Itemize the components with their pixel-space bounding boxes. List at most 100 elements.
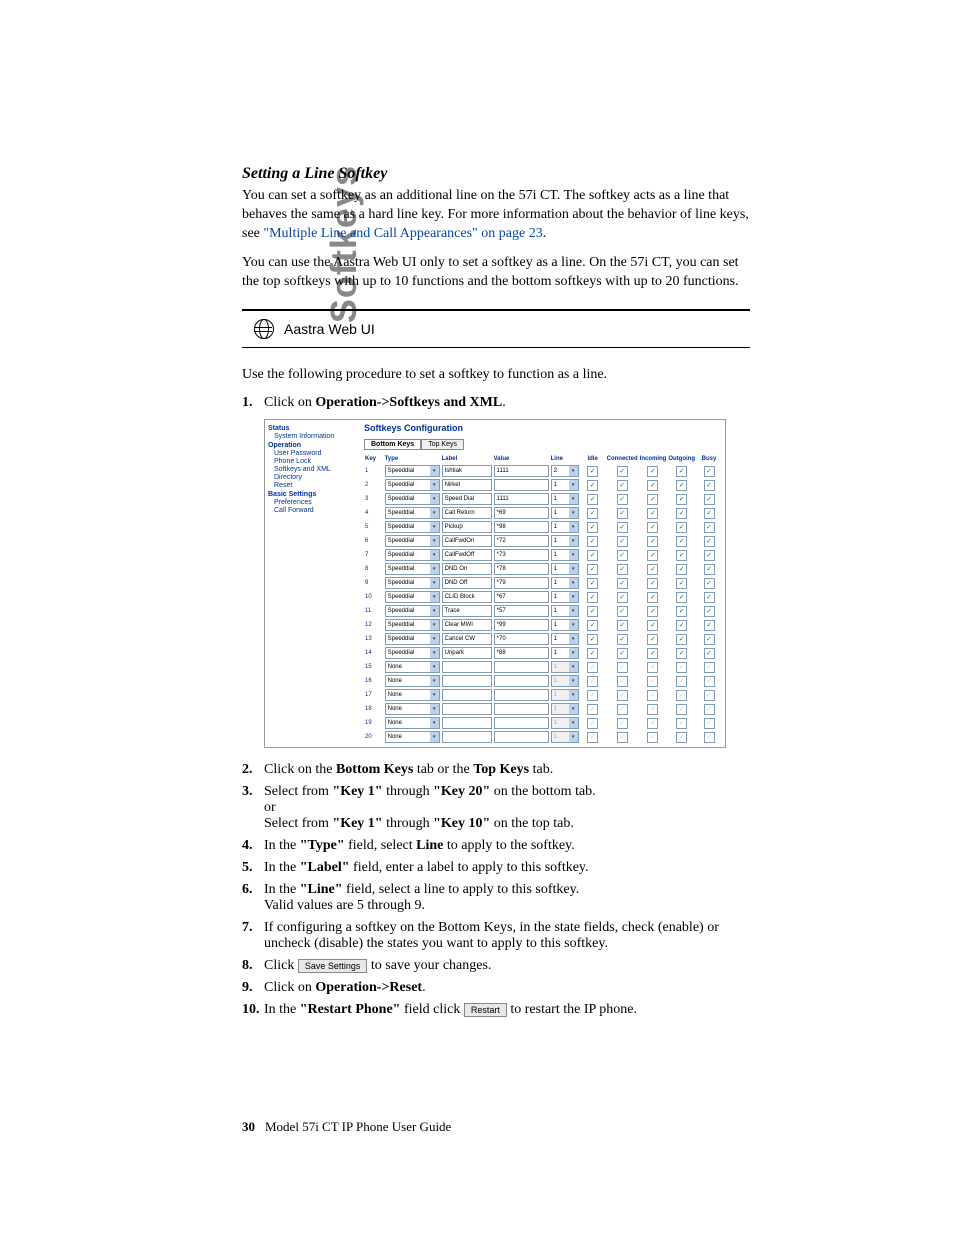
label-input[interactable]: Trace (442, 605, 492, 617)
label-input[interactable]: Pickup (442, 521, 492, 533)
outgoing-checkbox[interactable]: ✓ (676, 620, 687, 631)
line-select[interactable]: 1▾ (551, 563, 579, 575)
value-input[interactable]: *67 (494, 591, 549, 603)
idle-checkbox[interactable]: ✓ (587, 494, 598, 505)
line-select[interactable]: 1▾ (551, 647, 579, 659)
outgoing-checkbox[interactable]: ✓ (676, 508, 687, 519)
connected-checkbox[interactable]: ✓ (617, 480, 628, 491)
value-input[interactable] (494, 731, 549, 743)
connected-checkbox[interactable]: ✓ (617, 508, 628, 519)
busy-checkbox[interactable]: ✓ (704, 648, 715, 659)
type-select[interactable]: Speeddial▾ (385, 465, 440, 477)
label-input[interactable]: CallFwdOff (442, 549, 492, 561)
value-input[interactable] (494, 479, 549, 491)
label-input[interactable]: DND On (442, 563, 492, 575)
type-select[interactable]: None▾ (385, 717, 440, 729)
idle-checkbox[interactable]: ✓ (587, 592, 598, 603)
value-input[interactable] (494, 703, 549, 715)
line-select[interactable]: 1▾ (551, 619, 579, 631)
label-input[interactable] (442, 703, 492, 715)
busy-checkbox[interactable]: ✓ (704, 606, 715, 617)
connected-checkbox[interactable]: ✓ (617, 718, 628, 729)
incoming-checkbox[interactable]: ✓ (647, 634, 658, 645)
idle-checkbox[interactable]: ✓ (587, 690, 598, 701)
busy-checkbox[interactable]: ✓ (704, 704, 715, 715)
type-select[interactable]: Speeddial▾ (385, 493, 440, 505)
nav-status[interactable]: Status (268, 425, 360, 432)
label-input[interactable]: CallFwdOn (442, 535, 492, 547)
incoming-checkbox[interactable]: ✓ (647, 676, 658, 687)
label-input[interactable]: Unpark (442, 647, 492, 659)
type-select[interactable]: Speeddial▾ (385, 619, 440, 631)
connected-checkbox[interactable]: ✓ (617, 690, 628, 701)
value-input[interactable] (494, 689, 549, 701)
busy-checkbox[interactable]: ✓ (704, 620, 715, 631)
outgoing-checkbox[interactable]: ✓ (676, 466, 687, 477)
nav-prefs[interactable]: Preferences (268, 499, 360, 506)
idle-checkbox[interactable]: ✓ (587, 662, 598, 673)
nav-phonelock[interactable]: Phone Lock (268, 458, 360, 465)
line-select[interactable]: 2▾ (551, 465, 579, 477)
value-input[interactable]: *79 (494, 577, 549, 589)
type-select[interactable]: None▾ (385, 689, 440, 701)
label-input[interactable]: Ishtiak (442, 465, 492, 477)
incoming-checkbox[interactable]: ✓ (647, 564, 658, 575)
idle-checkbox[interactable]: ✓ (587, 466, 598, 477)
type-select[interactable]: Speeddial▾ (385, 521, 440, 533)
connected-checkbox[interactable]: ✓ (617, 536, 628, 547)
incoming-checkbox[interactable]: ✓ (647, 466, 658, 477)
value-input[interactable]: 1111 (494, 493, 549, 505)
idle-checkbox[interactable]: ✓ (587, 578, 598, 589)
idle-checkbox[interactable]: ✓ (587, 718, 598, 729)
outgoing-checkbox[interactable]: ✓ (676, 704, 687, 715)
label-input[interactable] (442, 717, 492, 729)
idle-checkbox[interactable]: ✓ (587, 522, 598, 533)
outgoing-checkbox[interactable]: ✓ (676, 536, 687, 547)
connected-checkbox[interactable]: ✓ (617, 466, 628, 477)
incoming-checkbox[interactable]: ✓ (647, 578, 658, 589)
connected-checkbox[interactable]: ✓ (617, 662, 628, 673)
label-input[interactable]: Call Return (442, 507, 492, 519)
outgoing-checkbox[interactable]: ✓ (676, 606, 687, 617)
outgoing-checkbox[interactable]: ✓ (676, 690, 687, 701)
line-select[interactable]: 1▾ (551, 479, 579, 491)
value-input[interactable]: *78 (494, 563, 549, 575)
type-select[interactable]: Speeddial▾ (385, 549, 440, 561)
outgoing-checkbox[interactable]: ✓ (676, 634, 687, 645)
idle-checkbox[interactable]: ✓ (587, 606, 598, 617)
type-select[interactable]: Speeddial▾ (385, 605, 440, 617)
value-input[interactable]: *88 (494, 647, 549, 659)
line-select[interactable]: 1▾ (551, 507, 579, 519)
incoming-checkbox[interactable]: ✓ (647, 592, 658, 603)
type-select[interactable]: Speeddial▾ (385, 479, 440, 491)
connected-checkbox[interactable]: ✓ (617, 578, 628, 589)
idle-checkbox[interactable]: ✓ (587, 480, 598, 491)
idle-checkbox[interactable]: ✓ (587, 536, 598, 547)
busy-checkbox[interactable]: ✓ (704, 676, 715, 687)
label-input[interactable]: DND Off (442, 577, 492, 589)
type-select[interactable]: Speeddial▾ (385, 535, 440, 547)
value-input[interactable]: *72 (494, 535, 549, 547)
value-input[interactable]: *70 (494, 633, 549, 645)
type-select[interactable]: Speeddial▾ (385, 563, 440, 575)
link-multi-line[interactable]: "Multiple Line and Call Appearances" (263, 226, 477, 241)
idle-checkbox[interactable]: ✓ (587, 704, 598, 715)
label-input[interactable] (442, 661, 492, 673)
value-input[interactable] (494, 717, 549, 729)
busy-checkbox[interactable]: ✓ (704, 564, 715, 575)
line-select[interactable]: 1▾ (551, 605, 579, 617)
nav-reset[interactable]: Reset (268, 482, 360, 489)
busy-checkbox[interactable]: ✓ (704, 662, 715, 673)
idle-checkbox[interactable]: ✓ (587, 648, 598, 659)
incoming-checkbox[interactable]: ✓ (647, 536, 658, 547)
type-select[interactable]: None▾ (385, 661, 440, 673)
busy-checkbox[interactable]: ✓ (704, 634, 715, 645)
link-page23[interactable]: page 23 (499, 226, 543, 241)
label-input[interactable]: Speed Dial (442, 493, 492, 505)
nav-basic[interactable]: Basic Settings (268, 491, 360, 498)
busy-checkbox[interactable]: ✓ (704, 494, 715, 505)
incoming-checkbox[interactable]: ✓ (647, 648, 658, 659)
busy-checkbox[interactable]: ✓ (704, 480, 715, 491)
idle-checkbox[interactable]: ✓ (587, 732, 598, 743)
type-select[interactable]: Speeddial▾ (385, 647, 440, 659)
